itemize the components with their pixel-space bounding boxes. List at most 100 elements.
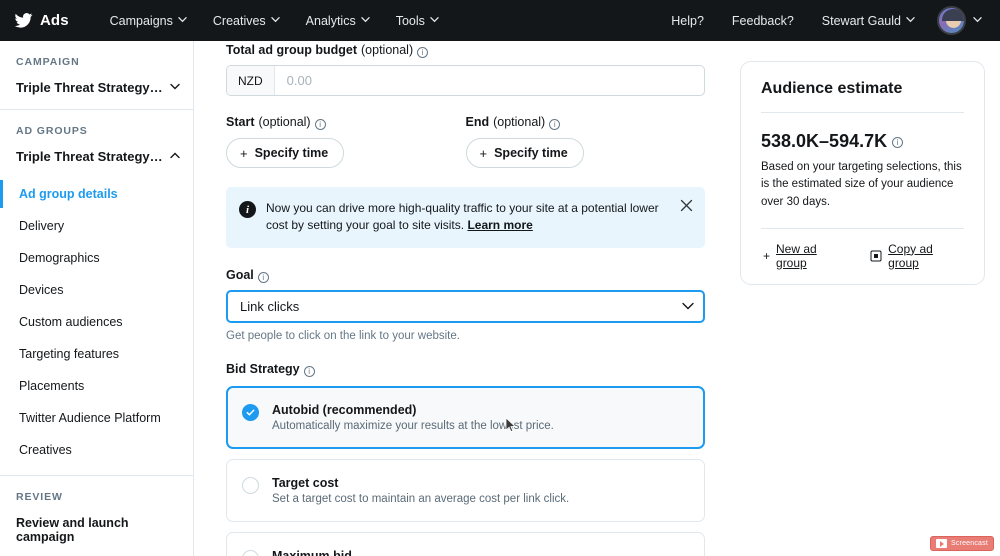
sidebar-item-label: Custom audiences [19, 315, 123, 329]
info-icon[interactable]: i [892, 137, 904, 148]
sidebar-campaign-name[interactable]: Triple Threat Strategy - Cam... [0, 77, 193, 109]
info-icon[interactable]: i [417, 47, 429, 58]
audience-estimate-title: Audience estimate [761, 80, 903, 97]
bid-option-target-cost[interactable]: Target cost Set a target cost to maintai… [226, 458, 705, 522]
ad-group-form: Total ad group budget (optional) i NZD S… [226, 41, 705, 556]
chevron-down-icon [973, 16, 982, 25]
sidebar-item-label: Creatives [19, 443, 72, 457]
sidebar-item-twitter-audience-platform[interactable]: Twitter Audience Platform [0, 402, 193, 434]
avatar [937, 6, 966, 35]
sidebar-item-targeting-features[interactable]: Targeting features [0, 338, 193, 370]
recorder-badge-label: Screencast [950, 540, 988, 547]
chevron-down-icon [170, 83, 180, 92]
end-optional-label: (optional) [493, 115, 546, 129]
copy-ad-group-button[interactable]: Copy ad group [870, 242, 964, 270]
start-optional-label: (optional) [258, 115, 311, 129]
nav-item-analytics[interactable]: Analytics [293, 8, 383, 34]
goal-select[interactable]: Link clicks [226, 289, 705, 323]
plus-icon: + [763, 248, 771, 263]
chevron-down-icon [682, 302, 694, 311]
info-icon[interactable]: i [314, 119, 326, 130]
sidebar-item-ad-group-details[interactable]: Ad group details [0, 178, 193, 210]
budget-label-row: Total ad group budget (optional) i [226, 43, 705, 58]
budget-label: Total ad group budget [226, 43, 357, 57]
nav-item-account[interactable]: Stewart Gauld [810, 8, 927, 34]
bid-option-autobid[interactable]: Autobid (recommended) Automatically maxi… [226, 385, 705, 449]
bid-option-title: Maximum bid [272, 548, 352, 556]
budget-field[interactable]: NZD [226, 65, 705, 96]
record-video-icon [935, 539, 947, 548]
chevron-down-icon [270, 16, 280, 25]
sidebar-section-adgroups: AD GROUPS [16, 125, 88, 137]
radio-selected-icon [242, 403, 259, 421]
currency-prefix: NZD [227, 66, 275, 95]
twitter-ads-app: Ads Campaigns Creatives Analytics Tools [0, 0, 1000, 556]
sidebar-item-delivery[interactable]: Delivery [0, 210, 193, 242]
start-label-row: Start (optional) i [226, 115, 466, 130]
info-banner: i Now you can drive more high-quality tr… [226, 187, 705, 248]
sidebar-section-review: REVIEW [16, 491, 63, 503]
sidebar-item-review-and-launch[interactable]: Review and launch campaign [0, 512, 193, 556]
radio-unselected-icon [242, 476, 259, 494]
bid-strategy-label-row: Bid Strategy i [226, 361, 705, 377]
nav-item-creatives[interactable]: Creatives [200, 8, 293, 34]
goal-label-row: Goal i [226, 268, 705, 283]
twitter-bird-icon [14, 11, 33, 30]
nav-item-tools[interactable]: Tools [383, 8, 452, 34]
budget-optional-label: (optional) [361, 43, 414, 57]
account-name-label: Stewart Gauld [821, 13, 901, 28]
nav-item-campaigns[interactable]: Campaigns [97, 8, 200, 34]
close-icon[interactable] [680, 199, 693, 212]
start-label: Start [226, 115, 255, 129]
bid-option-maximum-bid[interactable]: Maximum bid Set the maximum you're willi… [226, 531, 705, 556]
screen-recorder-badge[interactable]: Screencast [929, 536, 994, 551]
avatar-menu[interactable] [931, 6, 982, 35]
info-icon[interactable]: i [303, 365, 315, 377]
end-date-group: End (optional) i + Specify time [465, 115, 706, 168]
chevron-down-icon [360, 16, 370, 25]
nav-item-help[interactable]: Help? [659, 8, 716, 34]
new-ad-group-button[interactable]: + New ad group [763, 242, 848, 270]
nav-analytics-label: Analytics [305, 13, 356, 28]
nav-help-label: Help? [671, 13, 704, 28]
bid-strategy-label: Bid Strategy [226, 361, 300, 376]
brand-logo[interactable]: Ads [14, 11, 69, 30]
sidebar-item-placements[interactable]: Placements [0, 370, 193, 402]
sidebar-item-custom-audiences[interactable]: Custom audiences [0, 306, 193, 338]
info-banner-text-wrap: Now you can drive more high-quality traf… [266, 200, 691, 235]
budget-input[interactable] [274, 66, 704, 95]
schedule-row: Start (optional) i + Specify time End (o… [226, 115, 705, 168]
goal-selected-value: Link clicks [240, 298, 300, 314]
info-icon[interactable]: i [257, 271, 269, 283]
nav-creatives-label: Creatives [212, 13, 266, 28]
audience-estimate-header: Audience estimate [741, 62, 984, 112]
nav-campaigns-label: Campaigns [109, 13, 173, 28]
goal-helper-text: Get people to click on the link to your … [226, 329, 460, 342]
chevron-down-icon [430, 16, 439, 25]
end-specify-time-button[interactable]: + Specify time [465, 138, 584, 168]
sidebar-item-demographics[interactable]: Demographics [0, 242, 193, 274]
plus-icon: + [240, 145, 248, 161]
plus-icon: + [479, 145, 488, 161]
nav-feedback-label: Feedback? [731, 13, 794, 28]
end-label-row: End (optional) i [465, 115, 706, 130]
sidebar-item-creatives[interactable]: Creatives [0, 434, 193, 466]
sidebar-item-devices[interactable]: Devices [0, 274, 193, 306]
sidebar-item-label: Placements [19, 379, 85, 393]
sidebar-item-label: Demographics [19, 251, 100, 265]
nav-right-group: Help? Feedback? Stewart Gauld [659, 6, 986, 35]
sidebar-item-label: Devices [19, 283, 64, 297]
end-label: End [465, 115, 490, 129]
learn-more-link[interactable]: Learn more [467, 218, 532, 232]
sidebar-adgroup-name[interactable]: Triple Threat Strategy - Ad G... [0, 146, 193, 178]
bid-option-subtitle: Set a target cost to maintain an average… [272, 492, 570, 505]
audience-estimate-card: Audience estimate 538.0K–594.7K i Based … [740, 61, 985, 285]
nav-item-feedback[interactable]: Feedback? [720, 8, 806, 34]
bid-option-title: Autobid (recommended) [272, 402, 417, 417]
info-icon[interactable]: i [549, 119, 561, 130]
sidebar-item-label: Targeting features [19, 347, 120, 361]
sidebar-item-label: Delivery [19, 219, 65, 233]
start-specify-time-button[interactable]: + Specify time [226, 138, 345, 168]
sidebar-campaign-name-label: Triple Threat Strategy - Cam... [16, 80, 164, 95]
audience-estimate-description: Based on your targeting selections, this… [761, 161, 962, 208]
